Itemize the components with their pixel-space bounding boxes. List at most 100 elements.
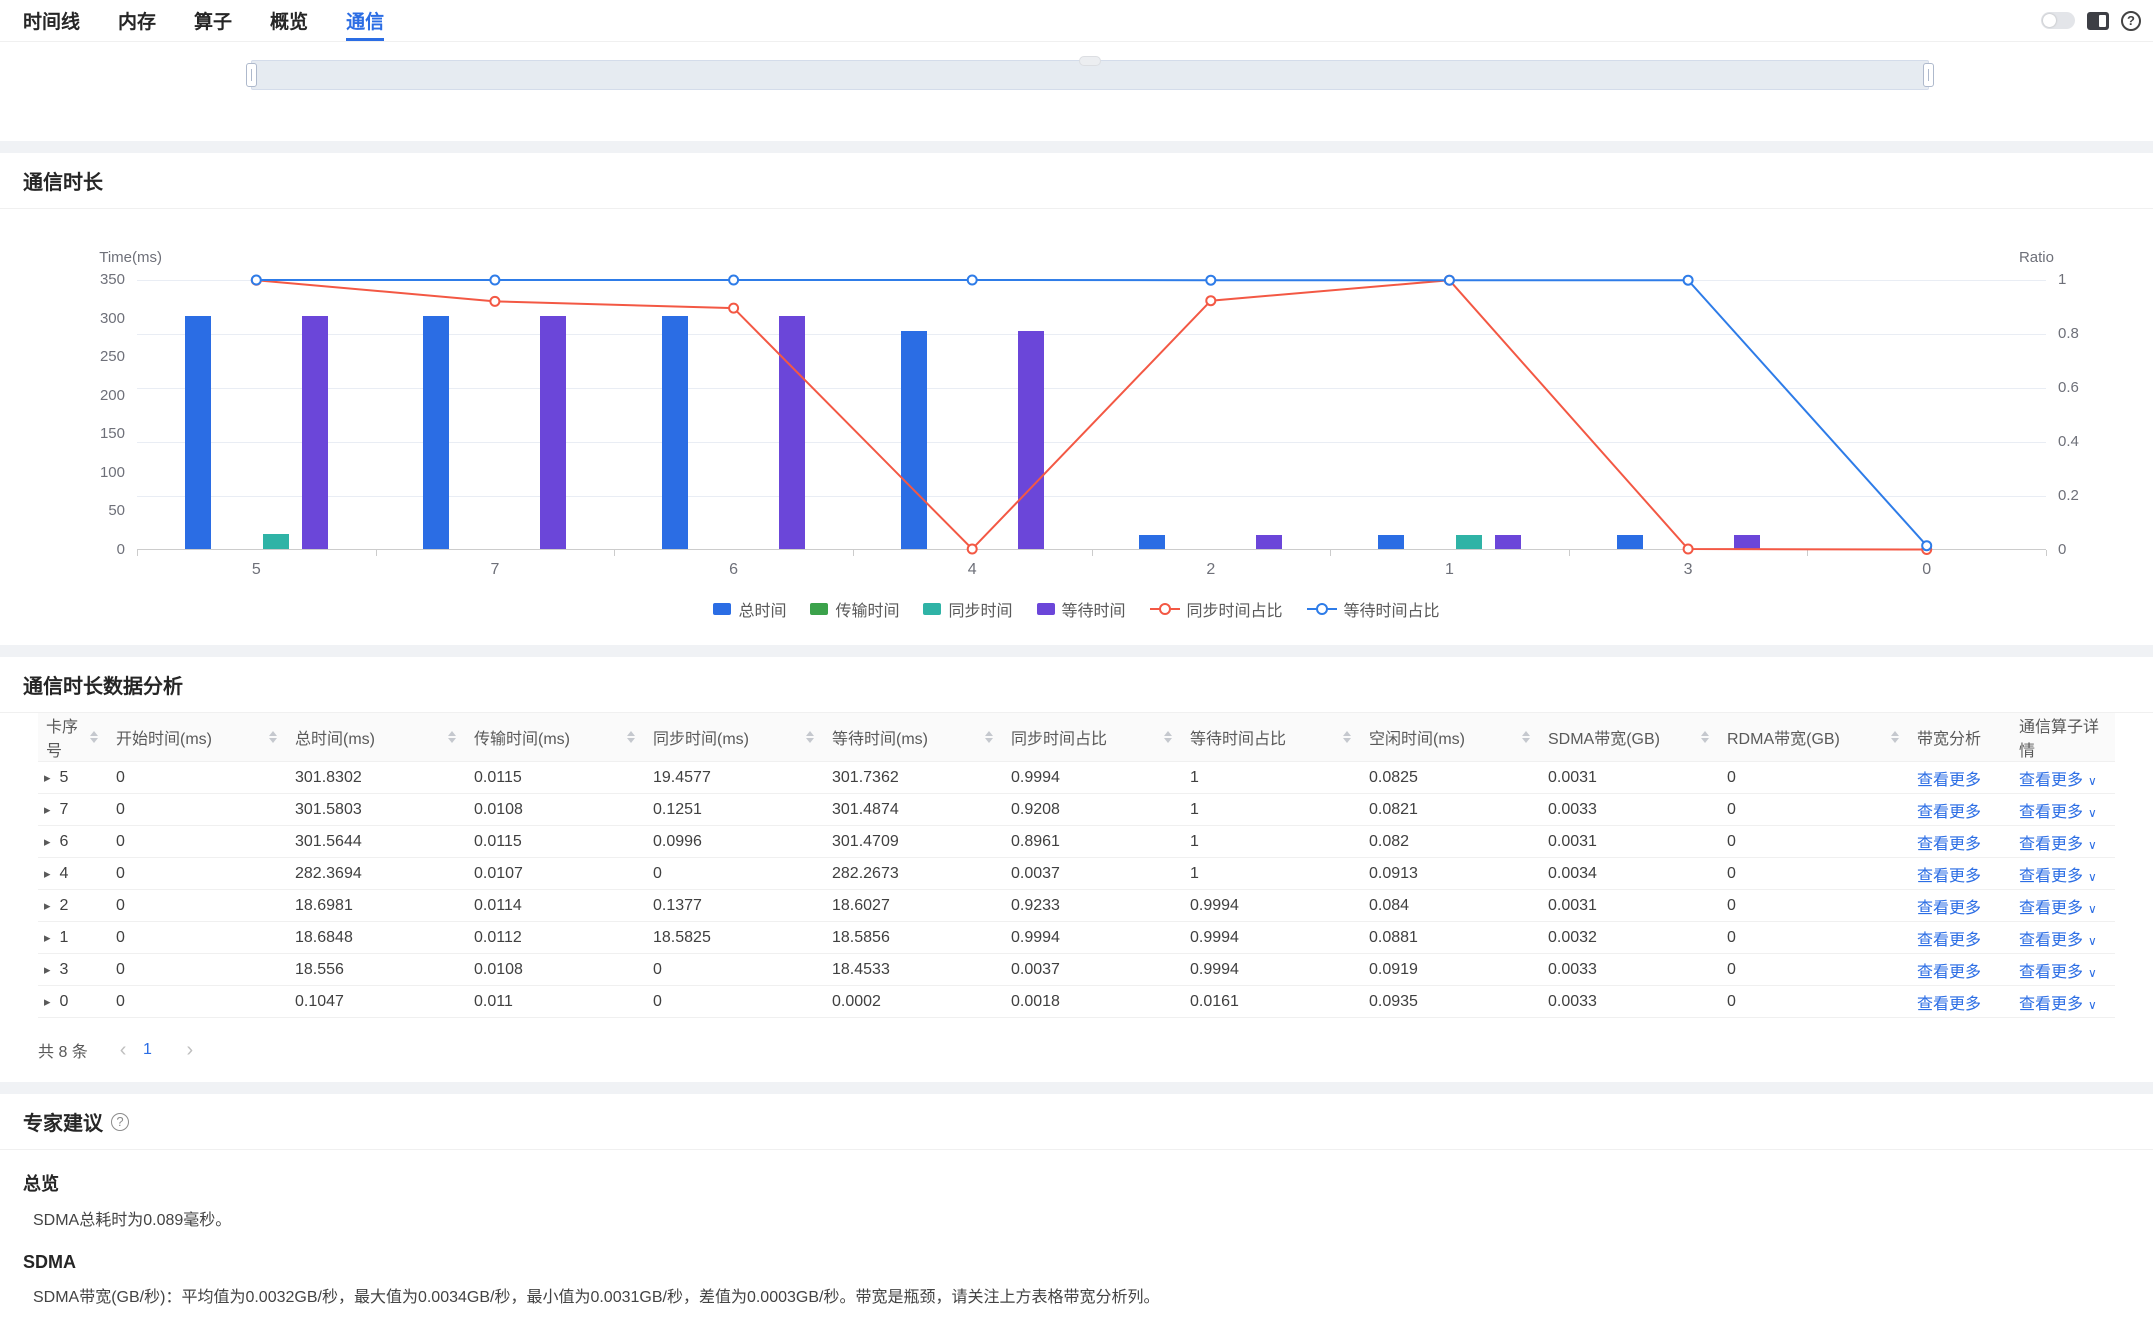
datazoom-handle-right[interactable] (1923, 63, 1934, 87)
column-header: 同步时间占比 (1003, 713, 1182, 762)
operator-detail-more-link[interactable]: 查看更多 (2019, 964, 2083, 981)
sort-icon[interactable] (1885, 731, 1899, 743)
bandwidth-more-link[interactable]: 查看更多 (1917, 836, 1981, 853)
panel-inner-icon (2099, 15, 2106, 27)
panel-layout-icon[interactable] (2087, 12, 2109, 30)
chevron-down-icon[interactable]: ∨ (2088, 806, 2097, 820)
x-axis-label-1: 1 (1409, 561, 1489, 579)
analysis-table: 卡序号开始时间(ms)总时间(ms)传输时间(ms)同步时间(ms)等待时间(m… (38, 713, 2115, 1018)
sort-icon[interactable] (442, 731, 456, 743)
cell: 0.1377 (645, 890, 824, 922)
sort-icon[interactable] (263, 731, 277, 743)
cell: 0.0112 (466, 922, 645, 954)
row-expand-icon[interactable]: ▸ (44, 962, 51, 977)
chevron-down-icon[interactable]: ∨ (2088, 774, 2097, 788)
chevron-down-icon[interactable]: ∨ (2088, 902, 2097, 916)
cell: 282.2673 (824, 858, 1003, 890)
top-nav: 时间线内存算子概览通信 ? (0, 0, 2153, 42)
expert-help-icon[interactable]: ? (111, 1113, 129, 1131)
bandwidth-more-link[interactable]: 查看更多 (1917, 900, 1981, 917)
bandwidth-more-link[interactable]: 查看更多 (1917, 804, 1981, 821)
cell: 0.0881 (1361, 922, 1540, 954)
cell: 282.3694 (287, 858, 466, 890)
operator-detail-more-link[interactable]: 查看更多 (2019, 932, 2083, 949)
legend-wait[interactable]: 等待时间 (1037, 597, 1126, 621)
card-number: 5 (60, 769, 69, 786)
operator-detail-more-link[interactable]: 查看更多 (2019, 804, 2083, 821)
left-tick-250: 250 (0, 348, 125, 365)
sort-icon[interactable] (1337, 731, 1351, 743)
legend-line-marker-wait-ratio (1307, 602, 1337, 616)
operator-detail-more-link[interactable]: 查看更多 (2019, 996, 2083, 1013)
tab-timeline[interactable]: 时间线 (23, 0, 80, 41)
sort-icon[interactable] (1516, 731, 1530, 743)
cell: 0.9994 (1003, 922, 1182, 954)
x-axis-label-5: 5 (216, 561, 296, 579)
row-expand-icon[interactable]: ▸ (44, 994, 51, 1009)
chevron-down-icon[interactable]: ∨ (2088, 934, 2097, 948)
datazoom-handle-left[interactable] (246, 63, 257, 87)
cell: 0.011 (466, 986, 645, 1018)
card-number: 6 (60, 833, 69, 850)
cell: 0.9208 (1003, 794, 1182, 826)
chevron-down-icon[interactable]: ∨ (2088, 966, 2097, 980)
operator-detail-more-link[interactable]: 查看更多 (2019, 900, 2083, 917)
legend-sync-ratio[interactable]: 同步时间占比 (1150, 597, 1283, 621)
bandwidth-more-link[interactable]: 查看更多 (1917, 996, 1981, 1013)
sort-icon[interactable] (84, 731, 98, 743)
left-axis-label: Time(ms) (0, 249, 162, 266)
prev-page-button[interactable]: ‹ (120, 1040, 127, 1060)
row-expand-icon[interactable]: ▸ (44, 930, 51, 945)
column-header: 总时间(ms) (287, 713, 466, 762)
column-header: 传输时间(ms) (466, 713, 645, 762)
sort-icon[interactable] (621, 731, 635, 743)
cell: 0 (1719, 954, 1909, 986)
chevron-down-icon[interactable]: ∨ (2088, 870, 2097, 884)
sort-icon[interactable] (800, 731, 814, 743)
operator-detail-more-link[interactable]: 查看更多 (2019, 772, 2083, 789)
row-expand-icon[interactable]: ▸ (44, 834, 51, 849)
cell: 0 (645, 954, 824, 986)
legend-transfer[interactable]: 传输时间 (810, 597, 899, 621)
datazoom-grip[interactable] (1079, 56, 1101, 66)
operator-detail-cell: 查看更多 ∨ (2011, 794, 2115, 826)
tab-memory[interactable]: 内存 (118, 0, 156, 41)
sort-icon[interactable] (1158, 731, 1172, 743)
legend-wait-ratio[interactable]: 等待时间占比 (1307, 597, 1440, 621)
row-expand-icon[interactable]: ▸ (44, 898, 51, 913)
tab-communication[interactable]: 通信 (346, 0, 384, 41)
tab-operator[interactable]: 算子 (194, 0, 232, 41)
bandwidth-more-link[interactable]: 查看更多 (1917, 964, 1981, 981)
next-page-button[interactable]: › (186, 1040, 193, 1060)
help-icon[interactable]: ? (2121, 11, 2141, 31)
expert-title-text: 专家建议 (23, 1107, 103, 1136)
operator-detail-more-link[interactable]: 查看更多 (2019, 836, 2083, 853)
row-expand-icon[interactable]: ▸ (44, 770, 51, 785)
cell: 0.9994 (1182, 922, 1361, 954)
cell: 0 (108, 922, 287, 954)
chevron-down-icon[interactable]: ∨ (2088, 838, 2097, 852)
row-expand-icon[interactable]: ▸ (44, 866, 51, 881)
ratio-lines-layer (137, 280, 2046, 550)
legend-total[interactable]: 总时间 (713, 597, 786, 621)
bandwidth-more-link[interactable]: 查看更多 (1917, 868, 1981, 885)
cell: 0.0996 (645, 826, 824, 858)
sort-icon[interactable] (1695, 731, 1709, 743)
legend-sync[interactable]: 同步时间 (923, 597, 1012, 621)
chevron-down-icon[interactable]: ∨ (2088, 998, 2097, 1012)
bandwidth-analysis-cell: 查看更多 (1909, 954, 2011, 986)
datazoom-slider[interactable] (251, 60, 1929, 90)
bandwidth-more-link[interactable]: 查看更多 (1917, 932, 1981, 949)
row-expand-icon[interactable]: ▸ (44, 802, 51, 817)
theme-toggle[interactable] (2041, 12, 2075, 29)
page-number-1[interactable]: 1 (140, 1041, 154, 1059)
right-tick-0.4: 0.4 (2058, 433, 2079, 450)
operator-detail-more-link[interactable]: 查看更多 (2019, 868, 2083, 885)
bandwidth-more-link[interactable]: 查看更多 (1917, 772, 1981, 789)
left-tick-150: 150 (0, 425, 125, 442)
sort-icon[interactable] (979, 731, 993, 743)
tab-overview[interactable]: 概览 (270, 0, 308, 41)
right-tick-0: 0 (2058, 541, 2066, 558)
column-header-label: 空闲时间(ms) (1369, 725, 1465, 749)
cell: ▸0 (38, 986, 108, 1018)
